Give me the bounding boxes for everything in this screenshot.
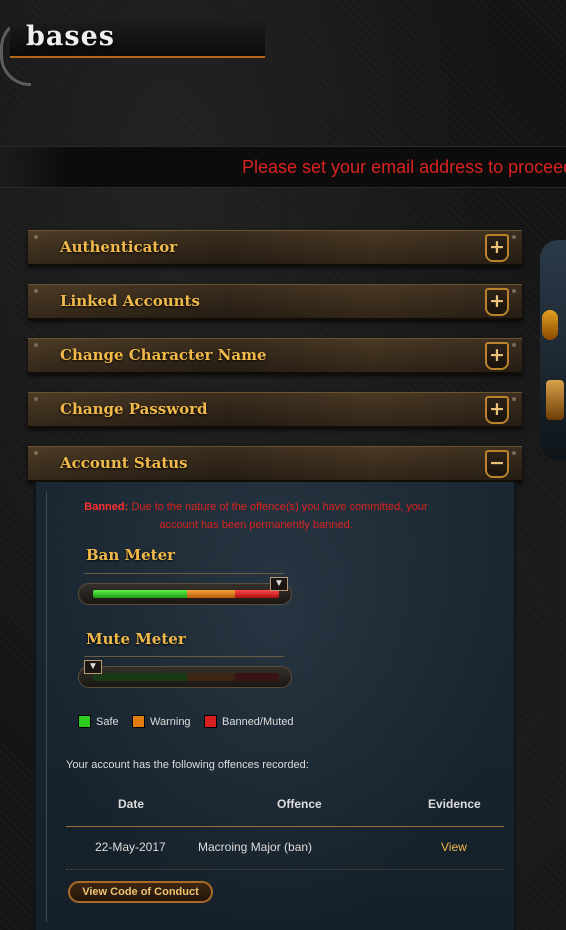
- section-label: Authenticator: [60, 238, 178, 256]
- column-header-offence: Offence: [277, 797, 322, 811]
- page-title: bases: [26, 21, 115, 52]
- meter-segment-warning: [187, 590, 235, 598]
- ban-meter-fill: [93, 590, 279, 598]
- ban-message-line1: Due to the nature of the offence(s) you …: [131, 501, 428, 513]
- column-header-date: Date: [118, 797, 145, 811]
- legend-warning: Warning: [132, 715, 191, 728]
- triangle-down-icon: ▼: [84, 660, 102, 674]
- minus-icon[interactable]: −: [485, 450, 509, 478]
- ban-label: Banned:: [84, 501, 129, 513]
- gem-icon: [546, 380, 564, 420]
- ban-meter-rule: [84, 573, 284, 574]
- evidence-view-link[interactable]: View: [441, 840, 467, 854]
- meter-segment-banned: [235, 590, 279, 598]
- plus-icon[interactable]: +: [485, 396, 509, 424]
- meter-segment-warning: [187, 673, 235, 681]
- side-ornament: [540, 240, 566, 460]
- column-header-evidence: Evidence: [428, 797, 481, 811]
- mute-meter-fill: [93, 673, 279, 681]
- section-authenticator[interactable]: Authenticator +: [28, 230, 522, 266]
- legend-banned: Banned/Muted: [204, 715, 294, 728]
- ban-message-line2: account has been permanently banned.: [159, 519, 353, 531]
- triangle-down-icon: ▼: [270, 577, 288, 591]
- offences-intro: Your account has the following offences …: [66, 759, 309, 771]
- legend-label: Banned/Muted: [222, 715, 294, 728]
- meter-segment-banned: [235, 673, 279, 681]
- legend-label: Safe: [96, 715, 119, 728]
- ban-notice: Banned: Due to the nature of the offence…: [76, 498, 436, 534]
- gem-icon: [542, 310, 558, 340]
- plus-icon[interactable]: +: [485, 234, 509, 262]
- table-divider: [66, 869, 504, 870]
- panel-divider: [46, 492, 47, 922]
- legend-label: Warning: [150, 715, 191, 728]
- section-label: Change Password: [60, 400, 208, 418]
- page-header: bases: [0, 18, 270, 86]
- section-label: Account Status: [60, 454, 188, 472]
- offence-date: 22-May-2017: [95, 840, 166, 854]
- offence-name: Macroing Major (ban): [198, 840, 313, 854]
- mute-meter-rule: [84, 656, 284, 657]
- section-change-password[interactable]: Change Password +: [28, 392, 522, 428]
- mute-meter-title: Mute Meter: [86, 630, 186, 648]
- table-divider: [66, 826, 504, 827]
- section-label: Linked Accounts: [60, 292, 200, 310]
- section-linked-accounts[interactable]: Linked Accounts +: [28, 284, 522, 320]
- meter-segment-safe: [93, 590, 187, 598]
- section-change-character-name[interactable]: Change Character Name +: [28, 338, 522, 374]
- view-code-of-conduct-button[interactable]: View Code of Conduct: [68, 881, 213, 903]
- meter-segment-safe: [93, 673, 187, 681]
- legend-swatch: [204, 715, 217, 728]
- plus-icon[interactable]: +: [485, 288, 509, 316]
- ban-meter-title: Ban Meter: [86, 546, 176, 564]
- section-account-status[interactable]: Account Status −: [28, 446, 522, 482]
- legend-safe: Safe: [78, 715, 119, 728]
- legend-swatch: [132, 715, 145, 728]
- plus-icon[interactable]: +: [485, 342, 509, 370]
- email-notice: Please set your email address to proceed: [242, 157, 566, 177]
- legend-swatch: [78, 715, 91, 728]
- section-label: Change Character Name: [60, 346, 267, 364]
